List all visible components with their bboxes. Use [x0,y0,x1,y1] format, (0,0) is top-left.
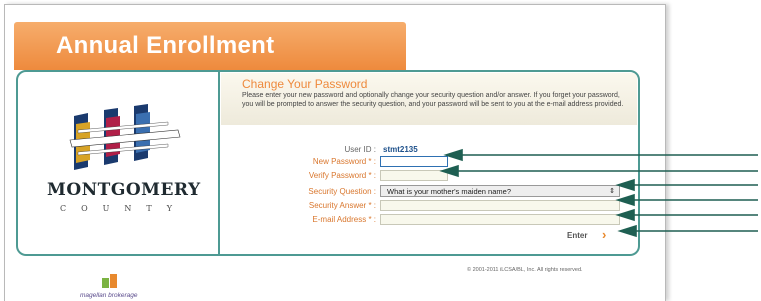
callout-arrows [439,148,758,238]
